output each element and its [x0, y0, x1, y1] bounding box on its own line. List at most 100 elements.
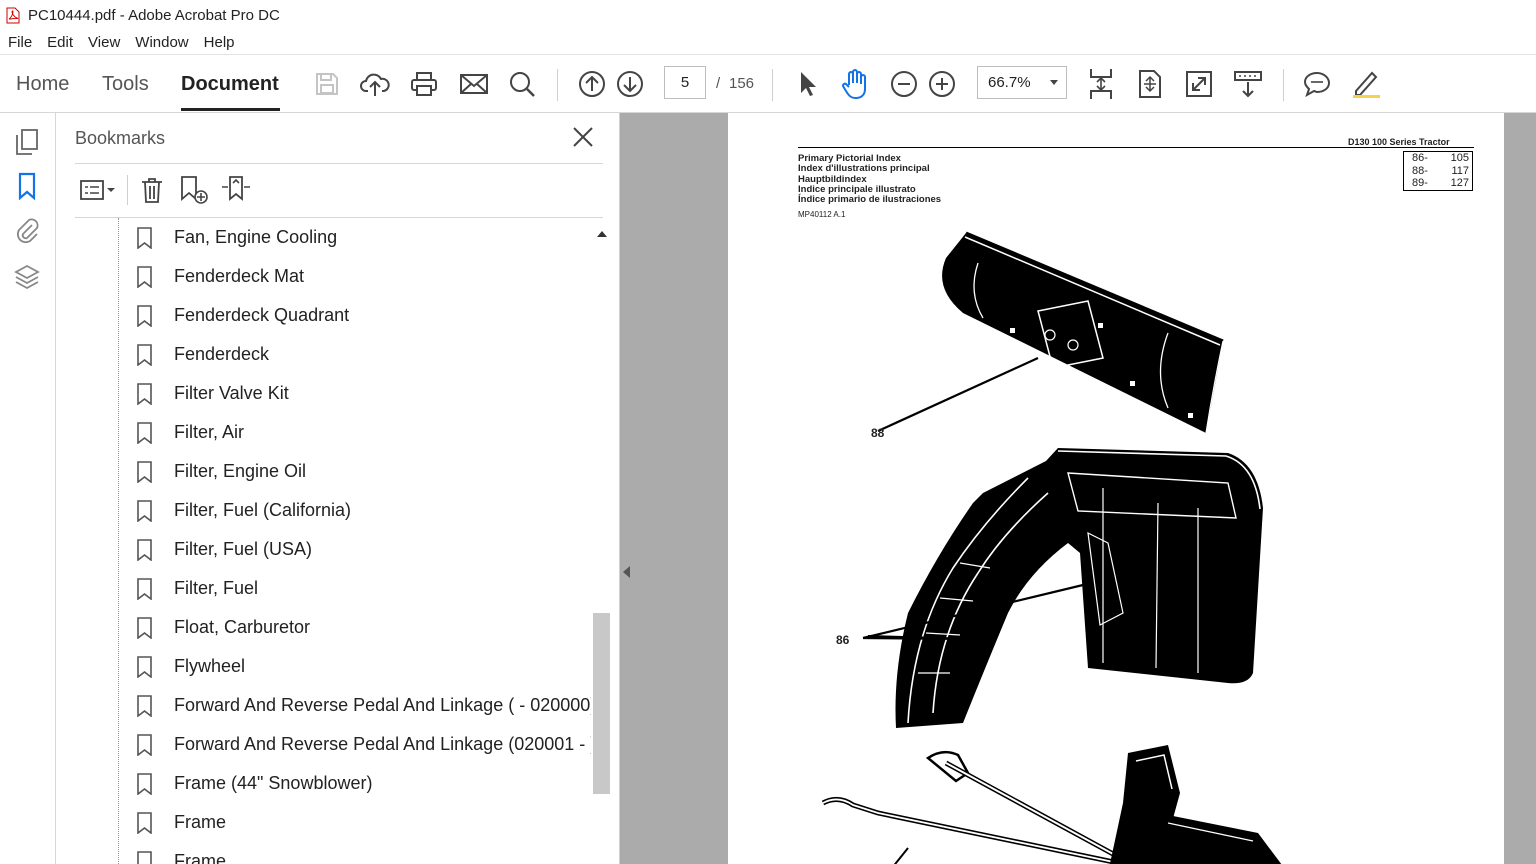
bookmark-tree: Fan, Engine Cooling Fenderdeck Mat Fende…: [56, 218, 591, 864]
bookmark-label: Fenderdeck: [174, 344, 270, 364]
bookmark-item[interactable]: Forward And Reverse Pedal And Linkage ( …: [136, 686, 591, 725]
close-icon[interactable]: [571, 125, 595, 149]
hand-tool-icon[interactable]: [838, 67, 872, 101]
bookmark-panel-icon[interactable]: [12, 171, 42, 201]
bookmarks-panel: Bookmarks Fan, Engine Cooling Fenderdeck…: [56, 113, 620, 864]
active-tab-indicator: [181, 108, 280, 111]
bookmark-label: Filter, Fuel (USA): [174, 539, 313, 559]
next-page-icon[interactable]: [613, 67, 647, 101]
bookmark-item[interactable]: Frame (44" Snowblower): [136, 764, 372, 803]
bookmark-icon: [136, 694, 153, 718]
menu-view[interactable]: View: [88, 34, 120, 51]
bookmark-icon: [136, 733, 153, 757]
page-thumbnails-icon[interactable]: [12, 127, 42, 157]
tab-home[interactable]: Home: [16, 73, 69, 96]
bookmark-label: Filter, Fuel (California): [174, 500, 352, 520]
menu-file[interactable]: File: [8, 34, 32, 51]
bookmark-item[interactable]: Filter, Fuel (USA): [136, 530, 312, 569]
pdf-file-icon: [6, 7, 20, 24]
bookmarks-scrollbar[interactable]: [593, 223, 610, 864]
bookmark-item[interactable]: Flywheel: [136, 647, 245, 686]
bookmark-item[interactable]: Fenderdeck Quadrant: [136, 296, 349, 335]
menu-help[interactable]: Help: [204, 34, 235, 51]
document-viewer[interactable]: D130 100 Series Tractor Primary Pictoria…: [620, 113, 1536, 864]
save-icon[interactable]: [310, 67, 344, 101]
zoom-in-icon[interactable]: [925, 67, 959, 101]
bookmark-icon: [136, 811, 153, 835]
bookmark-icon: [136, 772, 153, 796]
highlight-pen-icon[interactable]: [1349, 67, 1383, 101]
bookmark-item[interactable]: Filter Valve Kit: [136, 374, 289, 413]
page-number-input[interactable]: 5: [664, 66, 706, 99]
bookmark-icon: [136, 460, 153, 484]
tab-tools[interactable]: Tools: [102, 73, 149, 96]
bookmark-item[interactable]: Frame: [136, 803, 226, 842]
menu-window[interactable]: Window: [135, 34, 188, 51]
bookmark-label: Filter Valve Kit: [174, 383, 289, 403]
bookmark-icon: [136, 616, 153, 640]
expand-bookmark-icon[interactable]: [220, 175, 252, 205]
scrollbar-thumb[interactable]: [593, 613, 610, 794]
bookmark-icon: [136, 265, 153, 289]
collapse-panel-icon[interactable]: [623, 566, 630, 578]
bookmark-item[interactable]: Filter, Fuel (California): [136, 491, 351, 530]
chevron-down-icon: [1050, 80, 1058, 85]
scroll-up-arrow-icon[interactable]: [597, 231, 607, 237]
bookmark-item[interactable]: Frame: [136, 842, 226, 864]
menu-bar: File Edit View Window Help: [0, 30, 1536, 55]
bookmark-icon: [136, 304, 153, 328]
bookmark-label: Filter, Fuel: [174, 578, 259, 598]
bookmark-options-icon[interactable]: [78, 175, 118, 205]
lower-assembly-drawing: [821, 745, 1282, 864]
bookmark-icon: [136, 538, 153, 562]
bookmark-item[interactable]: Filter, Engine Oil: [136, 452, 306, 491]
bookmark-label: Forward And Reverse Pedal And Linkage (0…: [174, 734, 591, 754]
callout-label: 86: [836, 633, 850, 647]
bookmark-label: Frame: [174, 812, 227, 832]
bookmark-item[interactable]: Fenderdeck: [136, 335, 269, 374]
bookmark-label: Flywheel: [174, 656, 246, 676]
delete-bookmark-icon[interactable]: [139, 175, 165, 205]
bookmark-icon: [136, 499, 153, 523]
bookmark-label: Fenderdeck Mat: [174, 266, 305, 286]
bookmark-item[interactable]: Float, Carburetor: [136, 608, 310, 647]
bookmark-label: Forward And Reverse Pedal And Linkage ( …: [174, 695, 591, 715]
bookmark-item[interactable]: Fenderdeck Mat: [136, 257, 304, 296]
bookmark-item[interactable]: Fan, Engine Cooling: [136, 218, 337, 257]
read-mode-icon[interactable]: [1231, 67, 1265, 101]
zoom-out-icon[interactable]: [887, 67, 921, 101]
bookmarks-panel-title: Bookmarks: [75, 128, 166, 148]
tab-document[interactable]: Document: [181, 73, 279, 96]
bookmark-icon: [136, 577, 153, 601]
bookmark-icon: [136, 226, 153, 250]
search-icon[interactable]: [505, 67, 539, 101]
bookmark-label: Float, Carburetor: [174, 617, 311, 637]
fenderdeck-drawing: [862, 448, 1263, 728]
fit-page-icon[interactable]: [1133, 67, 1167, 101]
attachments-icon[interactable]: [12, 215, 42, 245]
zoom-level-value: 66.7%: [988, 74, 1031, 91]
cloud-upload-icon[interactable]: [358, 67, 392, 101]
bookmark-label: Frame: [174, 851, 227, 864]
bookmark-item[interactable]: Forward And Reverse Pedal And Linkage (0…: [136, 725, 591, 764]
page-total: 156: [729, 75, 755, 92]
bookmark-icon: [136, 850, 153, 864]
previous-page-icon[interactable]: [575, 67, 609, 101]
new-bookmark-icon[interactable]: [179, 175, 209, 205]
zoom-level-select[interactable]: 66.7%: [977, 66, 1067, 99]
print-icon[interactable]: [407, 67, 441, 101]
email-icon[interactable]: [457, 67, 491, 101]
comment-icon[interactable]: [1300, 67, 1334, 101]
select-cursor-icon[interactable]: [790, 67, 824, 101]
bookmark-item[interactable]: Filter, Fuel: [136, 569, 258, 608]
dozer-blade-drawing: [877, 231, 1224, 434]
main-toolbar: Home Tools Document 5 / 156 66.7%: [0, 55, 1536, 113]
pdf-page: D130 100 Series Tractor Primary Pictoria…: [728, 113, 1504, 864]
callout-label: 88: [871, 426, 885, 440]
menu-edit[interactable]: Edit: [47, 34, 73, 51]
full-screen-icon[interactable]: [1182, 67, 1216, 101]
scrolling-mode-icon[interactable]: [1084, 67, 1118, 101]
layers-icon[interactable]: [12, 262, 42, 292]
bookmark-icon: [136, 343, 153, 367]
bookmark-item[interactable]: Filter, Air: [136, 413, 244, 452]
